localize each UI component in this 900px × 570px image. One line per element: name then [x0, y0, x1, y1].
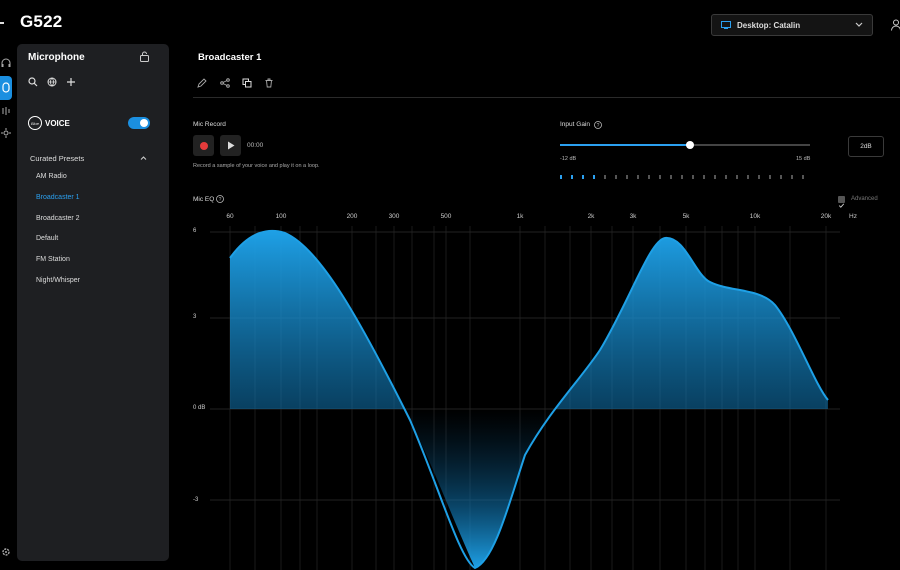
eq-graph[interactable] [0, 0, 900, 570]
eq-fill-cut [230, 409, 560, 568]
